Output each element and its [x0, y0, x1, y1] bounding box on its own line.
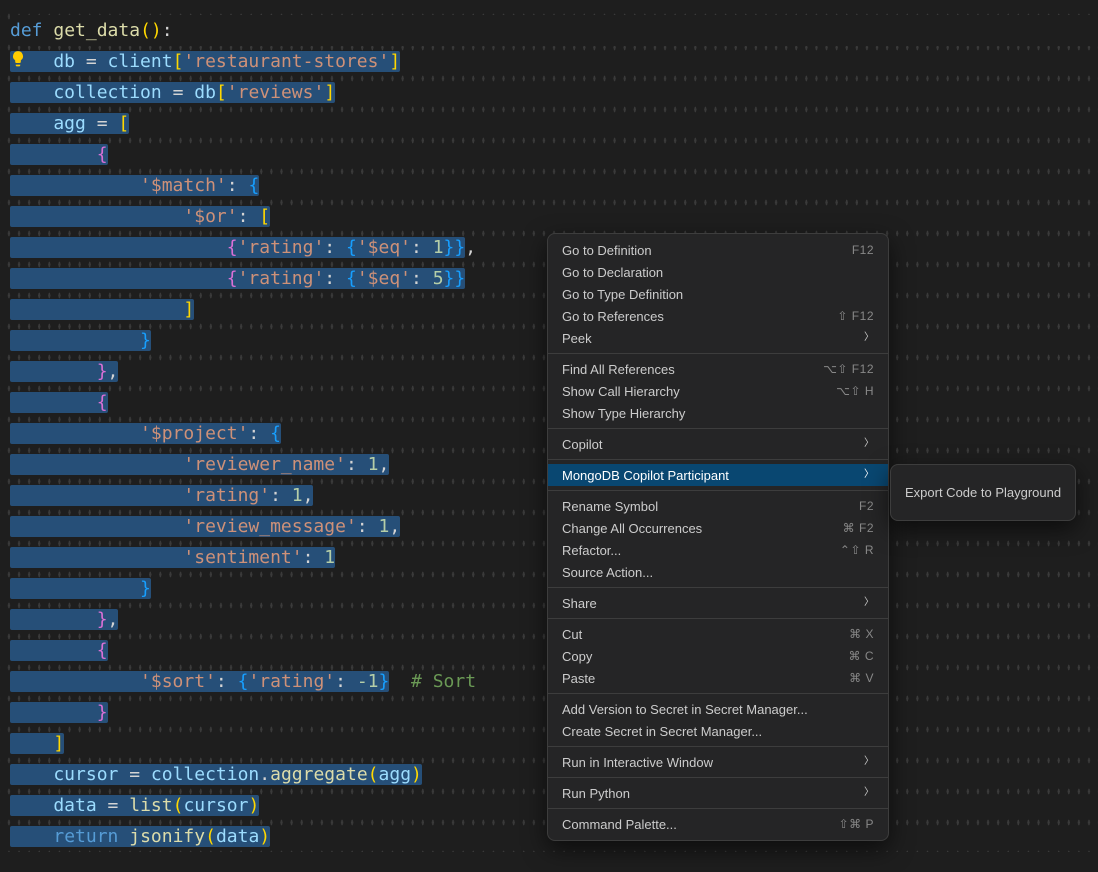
menu-change-all-occurrences[interactable]: Change All Occurrences⌘ F2	[548, 517, 888, 539]
chevron-right-icon: 〉	[864, 757, 874, 767]
menu-separator	[548, 353, 888, 354]
menu-run-python[interactable]: Run Python〉	[548, 782, 888, 804]
submenu-mongodb: Export Code to Playground	[890, 464, 1076, 521]
menu-separator	[548, 490, 888, 491]
chevron-right-icon: 〉	[864, 333, 874, 343]
menu-go-to-declaration[interactable]: Go to Declaration	[548, 261, 888, 283]
menu-mongodb-copilot-participant[interactable]: MongoDB Copilot Participant〉	[548, 464, 888, 486]
context-menu: Go to DefinitionF12 Go to Declaration Go…	[547, 233, 889, 841]
chevron-right-icon: 〉	[864, 439, 874, 449]
menu-show-call-hierarchy[interactable]: Show Call Hierarchy⌥⇧ H	[548, 380, 888, 402]
menu-separator	[548, 618, 888, 619]
menu-show-type-hierarchy[interactable]: Show Type Hierarchy	[548, 402, 888, 424]
menu-separator	[548, 587, 888, 588]
menu-go-to-references[interactable]: Go to References⇧ F12	[548, 305, 888, 327]
menu-paste[interactable]: Paste⌘ V	[548, 667, 888, 689]
menu-source-action[interactable]: Source Action...	[548, 561, 888, 583]
menu-go-to-definition[interactable]: Go to DefinitionF12	[548, 239, 888, 261]
menu-cut[interactable]: Cut⌘ X	[548, 623, 888, 645]
menu-separator	[548, 428, 888, 429]
menu-peek[interactable]: Peek〉	[548, 327, 888, 349]
chevron-right-icon: 〉	[864, 788, 874, 798]
menu-separator	[548, 693, 888, 694]
menu-refactor[interactable]: Refactor...⌃⇧ R	[548, 539, 888, 561]
menu-find-all-references[interactable]: Find All References⌥⇧ F12	[548, 358, 888, 380]
menu-share[interactable]: Share〉	[548, 592, 888, 614]
menu-separator	[548, 808, 888, 809]
menu-create-secret[interactable]: Create Secret in Secret Manager...	[548, 720, 888, 742]
menu-run-interactive-window[interactable]: Run in Interactive Window〉	[548, 751, 888, 773]
menu-command-palette[interactable]: Command Palette...⇧⌘ P	[548, 813, 888, 835]
lightbulb-icon[interactable]	[9, 50, 27, 68]
submenu-export-code-to-playground[interactable]: Export Code to Playground	[891, 471, 1075, 514]
keyword: def	[10, 20, 43, 41]
menu-separator	[548, 777, 888, 778]
chevron-right-icon: 〉	[864, 470, 874, 480]
menu-copilot[interactable]: Copilot〉	[548, 433, 888, 455]
menu-add-version-secret[interactable]: Add Version to Secret in Secret Manager.…	[548, 698, 888, 720]
menu-go-to-type-definition[interactable]: Go to Type Definition	[548, 283, 888, 305]
menu-separator	[548, 459, 888, 460]
function-name: get_data	[43, 20, 141, 41]
menu-copy[interactable]: Copy⌘ C	[548, 645, 888, 667]
menu-separator	[548, 746, 888, 747]
menu-rename-symbol[interactable]: Rename SymbolF2	[548, 495, 888, 517]
chevron-right-icon: 〉	[864, 598, 874, 608]
